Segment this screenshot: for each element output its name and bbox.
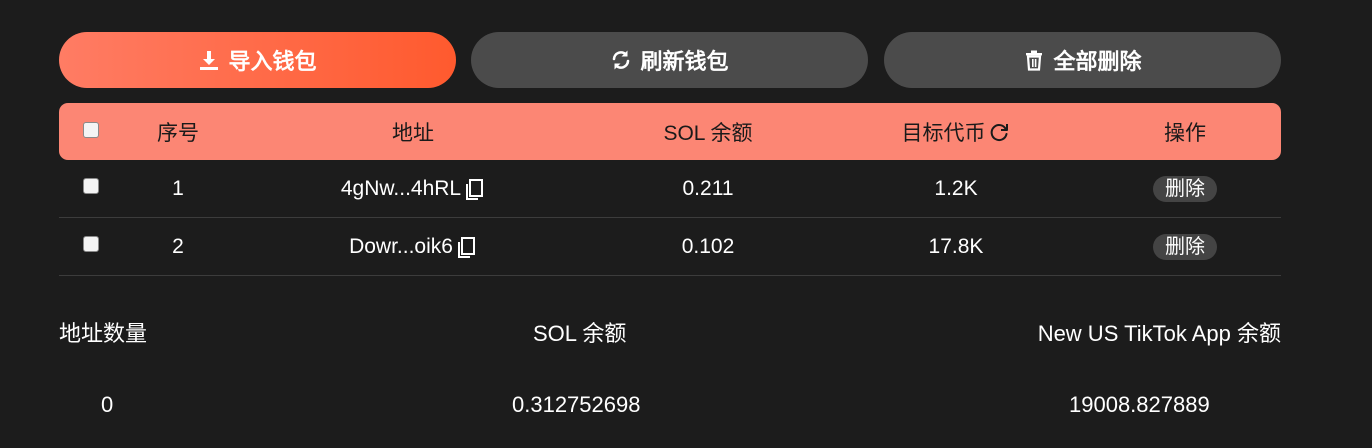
- row-check-cell: [59, 160, 123, 217]
- copy-icon[interactable]: [463, 177, 485, 201]
- trash-icon: [1026, 50, 1043, 71]
- sol-total-label: SOL 余额: [533, 321, 627, 346]
- copy-icon[interactable]: [455, 235, 477, 259]
- refresh-wallet-button[interactable]: 刷新钱包: [471, 32, 868, 88]
- download-icon: [200, 51, 219, 70]
- row-address-text: 4gNw...4hRL: [340, 176, 462, 200]
- row-checkbox[interactable]: [83, 235, 99, 252]
- delete-row-button[interactable]: 删除: [1153, 175, 1217, 202]
- refresh-icon: [613, 50, 630, 70]
- import-wallet-button[interactable]: 导入钱包: [59, 32, 456, 88]
- toolbar: 导入钱包 刷新钱包 全部删除: [59, 32, 1281, 88]
- refresh-icon[interactable]: [987, 120, 1011, 144]
- delete-all-button[interactable]: 全部删除: [884, 32, 1281, 88]
- header-target-token-label: 目标代币: [901, 121, 986, 145]
- row-address: 4gNw...4hRL: [233, 160, 593, 217]
- import-wallet-label: 导入钱包: [228, 49, 317, 74]
- header-check-cell: [59, 103, 123, 160]
- row-action-cell: 删除: [1089, 218, 1281, 275]
- table-header: 序号 地址 SOL 余额 目标代币 操作: [59, 103, 1281, 160]
- row-sol-balance: 0.102: [681, 234, 735, 258]
- row-check-cell: [59, 218, 123, 275]
- row-index: 1: [172, 176, 184, 200]
- header-target-token: 目标代币: [823, 103, 1089, 160]
- select-all-checkbox[interactable]: [83, 121, 99, 138]
- row-address-text: Dowr...oik6: [349, 234, 453, 258]
- table-row: 1 4gNw...4hRL 0.211 1.2K 删除: [59, 160, 1281, 218]
- row-token-balance: 17.8K: [928, 234, 984, 258]
- address-count-value: 0: [101, 392, 114, 417]
- header-address: 地址: [392, 121, 434, 145]
- row-address: Dowr...oik6: [233, 218, 593, 275]
- address-count-label: 地址数量: [59, 321, 148, 346]
- row-checkbox[interactable]: [83, 177, 99, 194]
- row-token-balance: 1.2K: [934, 176, 978, 200]
- refresh-wallet-label: 刷新钱包: [640, 49, 729, 74]
- token-total-value: 19008.827889: [1069, 392, 1210, 417]
- row-sol-balance: 0.211: [682, 176, 734, 200]
- row-index: 2: [172, 234, 184, 258]
- delete-row-button[interactable]: 删除: [1153, 233, 1217, 260]
- token-total-label: New US TikTok App 余额: [1037, 321, 1281, 346]
- wallet-table: 序号 地址 SOL 余额 目标代币 操作 1 4gNw...4hRL 0.211…: [59, 103, 1281, 276]
- table-row: 2 Dowr...oik6 0.102 17.8K 删除: [59, 218, 1281, 276]
- delete-all-label: 全部删除: [1053, 49, 1142, 74]
- header-index: 序号: [157, 121, 199, 145]
- header-sol-balance: SOL 余额: [663, 121, 753, 145]
- sol-total-value: 0.312752698: [512, 392, 641, 417]
- row-action-cell: 删除: [1089, 160, 1281, 217]
- header-action: 操作: [1164, 121, 1206, 145]
